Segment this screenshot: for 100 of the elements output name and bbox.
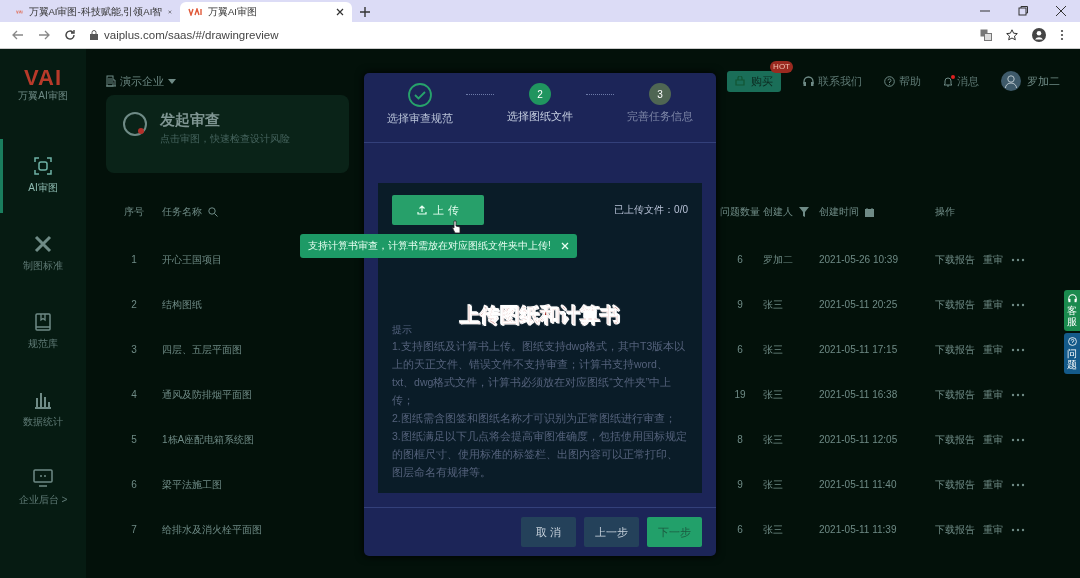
user-name[interactable]: 罗加二 (1027, 73, 1060, 89)
table-cell-text: 6 (736, 344, 744, 355)
action-link[interactable]: 下载报告 (935, 477, 975, 492)
table-cell: 通风及防排烟平面图 (162, 387, 252, 402)
hint-title: 提示 (392, 323, 413, 337)
table-cell: 四层、五层平面图 (162, 342, 242, 357)
menu-icon[interactable] (1060, 29, 1064, 41)
nav-item[interactable]: 制图标准 (0, 217, 86, 291)
tooltip-text: 支持计算书审查，计算书需放在对应图纸文件夹中上传! (308, 239, 551, 253)
action-link[interactable]: 重审 (983, 342, 1003, 357)
table-cell-text: 4 (130, 389, 138, 400)
more-icon[interactable] (1011, 257, 1025, 262)
action-link[interactable]: 重审 (983, 432, 1003, 447)
table-cell: 梁平法施工图 (162, 477, 222, 492)
card-title: 发起审查 (160, 111, 221, 130)
header-link[interactable]: 帮助 (884, 73, 921, 89)
new-tab-icon[interactable] (360, 7, 370, 17)
table-cell: 给排水及消火栓平面图 (162, 522, 262, 537)
table-cell: 开心王国项目 (162, 252, 222, 267)
table-cell-text: 3 (130, 344, 138, 355)
more-icon[interactable] (1011, 392, 1025, 397)
more-icon[interactable] (1011, 302, 1025, 307)
table-cell: 1栋A座配电箱系统图 (162, 432, 255, 447)
browser-tab[interactable]: 万翼AI审图 (180, 2, 352, 22)
action-link[interactable]: 下载报告 (935, 522, 975, 537)
calendar-icon[interactable] (865, 207, 874, 217)
table-cell: 结构图纸 (162, 297, 202, 312)
book-icon (35, 313, 51, 331)
action-link[interactable]: 下载报告 (935, 432, 975, 447)
forward-icon[interactable] (38, 29, 50, 41)
hot-badge: HOT (770, 60, 793, 73)
search-icon[interactable] (208, 207, 218, 217)
table-cell-text: 张三 (763, 522, 784, 537)
action-link[interactable]: 下载报告 (935, 252, 975, 267)
close-icon[interactable] (336, 8, 344, 16)
table-cell-text: 张三 (763, 477, 784, 492)
step-label: 完善任务信息 (627, 109, 693, 124)
step-number: 2 (529, 83, 551, 105)
more-icon[interactable] (1011, 527, 1025, 532)
action-link[interactable]: 重审 (983, 252, 1003, 267)
hint-text: 2.图纸需含图签和图纸名称才可识别为正常图纸进行审查； (392, 411, 677, 426)
restore-icon[interactable] (1018, 6, 1028, 16)
close-icon[interactable] (1056, 6, 1066, 16)
pointer-cursor-icon (451, 220, 461, 234)
table-cell-text: 2021-05-11 16:38 (819, 389, 899, 400)
lock-icon (90, 30, 98, 40)
action-link[interactable]: 重审 (983, 522, 1003, 537)
caret-icon (168, 78, 176, 84)
header-link[interactable]: 消息 (943, 73, 979, 89)
star-icon[interactable] (1006, 29, 1018, 41)
table-cell-text: 张三 (763, 342, 784, 357)
nav-item[interactable]: 数据统计 (0, 373, 86, 447)
table-cell-text: 9 (736, 299, 744, 310)
headset-icon (1067, 294, 1077, 303)
step-label: 选择审查规范 (387, 111, 453, 126)
headset-icon (803, 75, 814, 87)
table-cell-text: 2021-05-11 11:40 (819, 479, 898, 490)
action-link[interactable]: 下载报告 (935, 387, 975, 402)
float-tab[interactable]: 问题 (1064, 333, 1080, 374)
table-cell-text: 张三 (763, 297, 784, 312)
nav-item[interactable]: AI审图 (0, 139, 86, 213)
video-caption: 上传图纸和计算书 (460, 303, 620, 327)
action-link[interactable]: 重审 (983, 297, 1003, 312)
column-header: 序号 (123, 205, 145, 219)
header-link[interactable]: 联系我们 (803, 73, 862, 89)
nav-item[interactable]: 规范库 (0, 295, 86, 369)
table-cell-text: 5 (130, 434, 138, 445)
bar-chart-icon (34, 391, 52, 409)
logo-icon (16, 8, 23, 16)
browser-tab[interactable]: 万翼AI审图-科技赋能,引领AI智 (8, 2, 180, 22)
translate-icon[interactable] (980, 29, 992, 41)
more-icon[interactable] (1011, 437, 1025, 442)
action-link[interactable]: 重审 (983, 477, 1003, 492)
company-selector[interactable]: 演示企业 (106, 73, 176, 89)
action-link[interactable]: 重审 (983, 387, 1003, 402)
nav-item[interactable]: 企业后台 > (0, 451, 86, 525)
upload-button[interactable]: 上 传 (392, 195, 484, 225)
uploaded-count: 已上传文件：0/0 (614, 203, 688, 217)
action-link[interactable]: 下载报告 (935, 342, 975, 357)
monitor-icon (33, 469, 53, 487)
table-cell-text: 1 (130, 254, 138, 265)
logo-mark: VAI (23, 67, 62, 89)
account-icon[interactable] (1032, 28, 1046, 42)
table-cell-text: 6 (736, 524, 744, 535)
scan-icon (34, 157, 52, 175)
table-cell-text: 2021-05-26 10:39 (819, 254, 899, 265)
column-header: 创建人 (763, 205, 819, 219)
dialog-button[interactable]: 取 消 (521, 517, 576, 547)
back-icon[interactable] (12, 29, 24, 41)
float-tab[interactable]: 客服 (1064, 290, 1080, 331)
hint-text: 1.支持图纸及计算书上传。图纸支持dwg格式，其中T3版本以上的天正文件、错误文件不支持审查；计算书支持word、txt、dwg格式文件，计算书必须放在对应图纸“文件夹”中上传； (392, 339, 687, 408)
table-cell-text: 2021-05-11 11:39 (819, 524, 898, 535)
filter-icon[interactable] (799, 207, 809, 217)
reload-icon[interactable] (64, 29, 76, 41)
action-link[interactable]: 下载报告 (935, 297, 975, 312)
more-icon[interactable] (1011, 347, 1025, 352)
more-icon[interactable] (1011, 482, 1025, 487)
logo-name: 万翼AI审图 (18, 89, 68, 103)
dialog-button[interactable]: 上一步 (584, 517, 639, 547)
avatar-icon[interactable] (1001, 71, 1021, 91)
